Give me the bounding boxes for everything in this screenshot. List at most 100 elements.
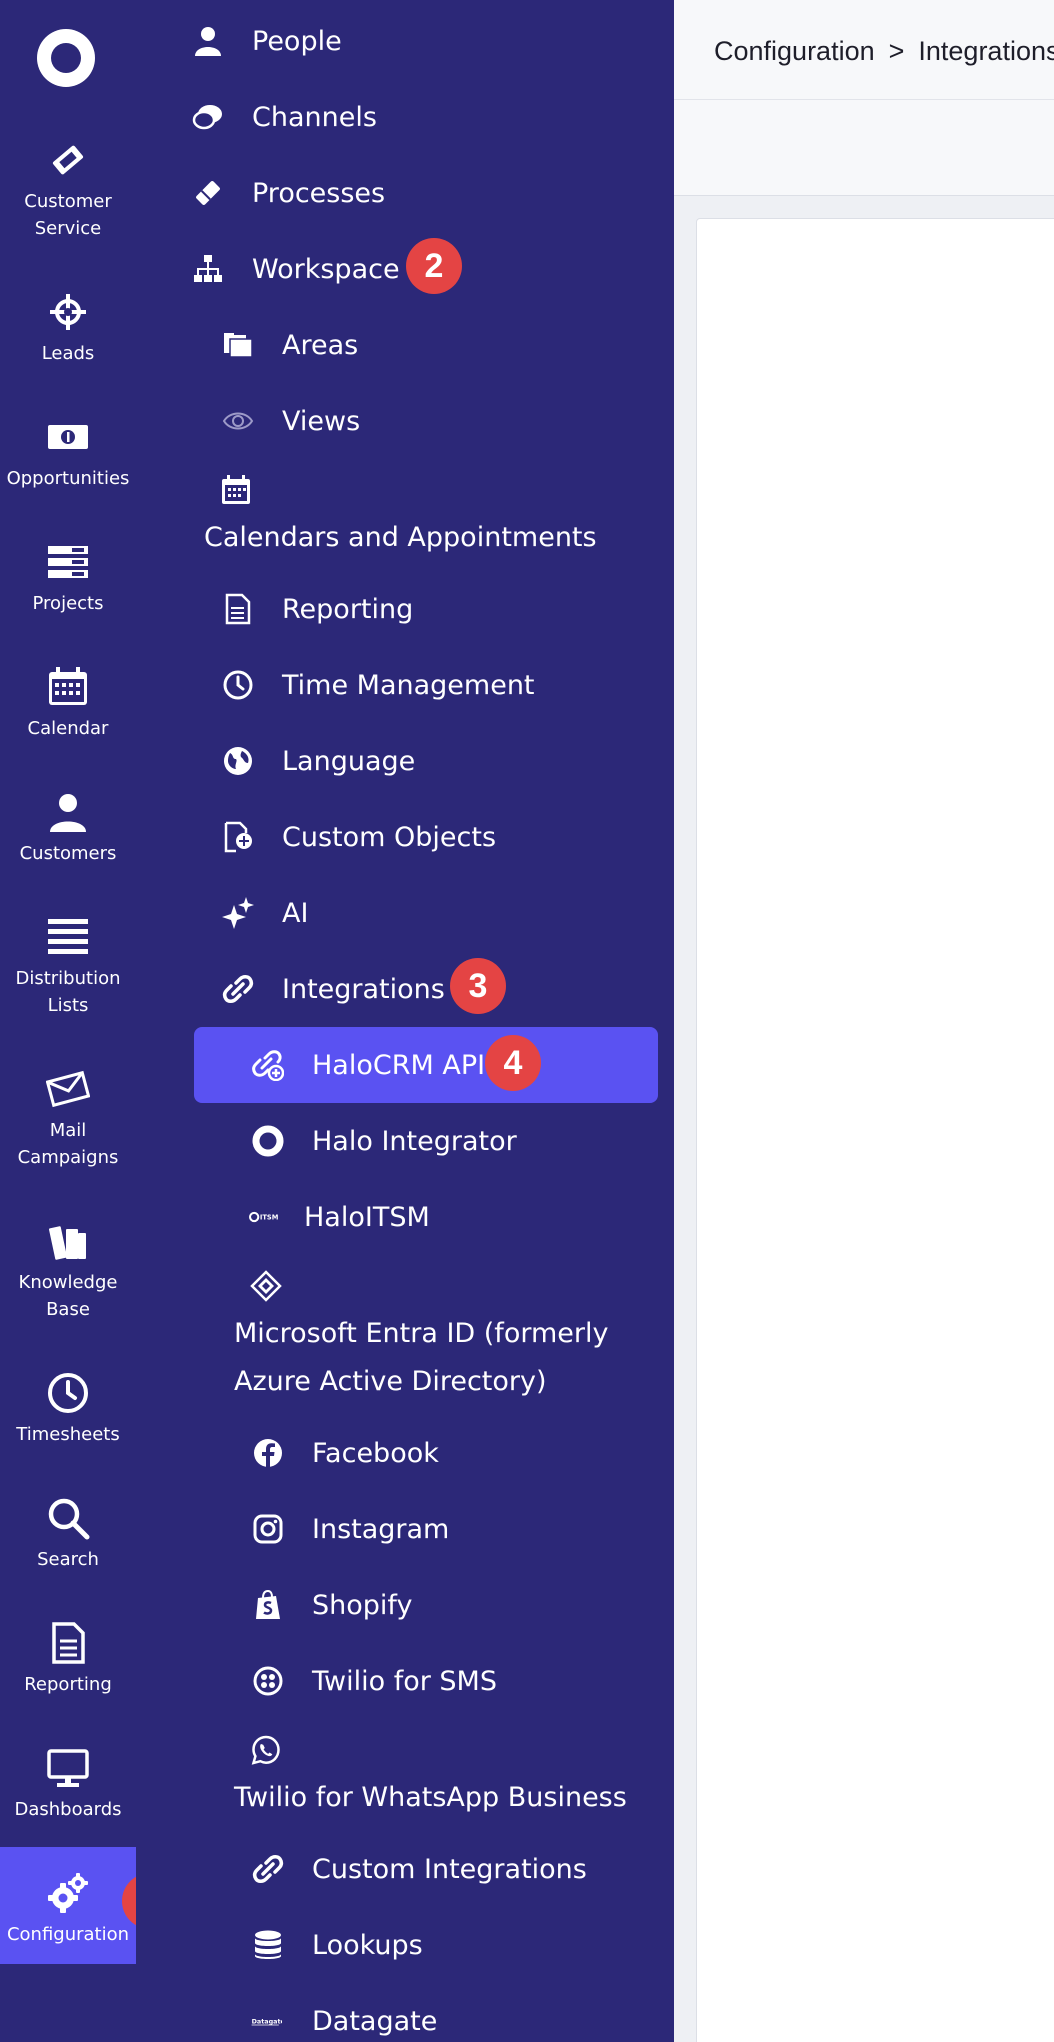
menu-item-haloitsm[interactable]: ITSM HaloITSM xyxy=(234,1185,430,1249)
rail-item-reporting[interactable]: Reporting xyxy=(0,1621,136,1698)
menu-label: Language xyxy=(282,745,416,777)
rail-item-configuration[interactable]: Configuration xyxy=(0,1847,136,1964)
rail-label: Timesheets xyxy=(16,1424,120,1445)
menu-label: Datagate xyxy=(312,2005,438,2037)
menu-item-reporting[interactable]: Reporting xyxy=(220,577,413,641)
document-icon xyxy=(46,1621,90,1665)
user-icon xyxy=(190,23,226,59)
rail-item-mail-campaigns[interactable]: Mail Campaigns xyxy=(0,1067,136,1171)
sitemap-icon xyxy=(190,251,226,287)
menu-item-halo-integrator[interactable]: Halo Integrator xyxy=(250,1109,517,1173)
menu-label: Areas xyxy=(282,329,359,361)
toolbar xyxy=(674,100,1054,196)
rail-label: Dashboards xyxy=(14,1799,122,1820)
menu-label: HaloITSM xyxy=(304,1201,430,1233)
database-icon xyxy=(250,1927,286,1963)
twilio-icon xyxy=(250,1663,286,1699)
step-badge-4: 4 xyxy=(485,1035,541,1091)
menu-label-line1: Microsoft Entra ID (formerly xyxy=(234,1318,609,1349)
menu-item-twilio-sms[interactable]: Twilio for SMS xyxy=(250,1649,497,1713)
menu-item-shopify[interactable]: Shopify xyxy=(250,1573,412,1637)
menu-label: AI xyxy=(282,897,309,929)
clock-icon xyxy=(46,1371,90,1415)
chat-bubbles-icon xyxy=(190,99,226,135)
menu-item-custom-integrations[interactable]: Custom Integrations xyxy=(250,1837,587,1901)
menu-item-lookups[interactable]: Lookups xyxy=(250,1913,423,1977)
rail-item-customer-service[interactable]: Customer Service xyxy=(0,138,136,242)
breadcrumb-root[interactable]: Configuration xyxy=(714,36,875,66)
rail-item-projects[interactable]: Projects xyxy=(0,540,136,617)
menu-item-integrations[interactable]: Integrations xyxy=(220,957,445,1021)
whatsapp-icon xyxy=(250,1734,286,1770)
menu-label: Custom Objects xyxy=(282,821,497,853)
projects-icon xyxy=(46,540,90,584)
menu-item-areas[interactable]: Areas xyxy=(220,313,358,377)
halo-logo[interactable] xyxy=(37,29,95,87)
rail-item-timesheets[interactable]: Timesheets xyxy=(0,1371,136,1448)
instagram-icon xyxy=(250,1511,286,1547)
rail-item-knowledge-base[interactable]: Knowledge Base xyxy=(0,1219,136,1323)
menu-item-halocrm-api[interactable]: HaloCRM API xyxy=(250,1033,485,1097)
monitor-icon xyxy=(46,1746,90,1790)
step-badge-2: 2 xyxy=(406,238,462,294)
clock-icon xyxy=(220,667,256,703)
eye-icon xyxy=(220,403,256,439)
menu-label: Calendars and Appointments xyxy=(204,522,597,553)
menu-item-views[interactable]: Views xyxy=(220,389,360,453)
rail-item-leads[interactable]: Leads xyxy=(0,290,136,367)
menu-item-channels[interactable]: Channels xyxy=(190,85,377,149)
rail-label: Customer xyxy=(24,191,112,212)
breadcrumb-current[interactable]: Integrations xyxy=(918,36,1054,66)
user-icon xyxy=(46,790,90,834)
mail-icon xyxy=(45,1067,91,1111)
shopify-bag-icon xyxy=(250,1587,286,1623)
folders-icon xyxy=(220,327,256,363)
ticket-icon xyxy=(46,138,90,182)
menu-label: Lookups xyxy=(312,1929,423,1961)
menu-label: Facebook xyxy=(312,1437,439,1469)
itsm-logo-text: ITSM xyxy=(260,1214,279,1222)
menu-item-datagate[interactable]: Datagate Datagate xyxy=(246,1989,437,2042)
rail-item-customers[interactable]: Customers xyxy=(0,790,136,867)
menu-item-people[interactable]: People xyxy=(190,9,342,73)
menu-label: Time Management xyxy=(282,669,535,701)
rail-item-distribution-lists[interactable]: Distribution Lists xyxy=(0,915,136,1019)
menu-item-twilio-whatsapp[interactable]: Twilio for WhatsApp Business xyxy=(234,1734,627,1822)
facebook-icon xyxy=(250,1435,286,1471)
nav-rail: Customer Service Leads Opportunities Pro… xyxy=(0,0,136,2042)
calendar-icon xyxy=(46,665,90,709)
menu-item-workspace[interactable]: Workspace xyxy=(190,237,400,301)
rail-item-dashboards[interactable]: Dashboards xyxy=(0,1746,136,1823)
rail-item-calendar[interactable]: Calendar xyxy=(0,665,136,742)
rail-label: Reporting xyxy=(24,1674,112,1695)
menu-item-custom-objects[interactable]: Custom Objects xyxy=(220,805,496,869)
rail-label-2: Base xyxy=(46,1299,90,1320)
menu-label: Channels xyxy=(252,101,377,133)
rail-label-2: Campaigns xyxy=(17,1147,119,1168)
menu-item-calendars[interactable]: Calendars and Appointments xyxy=(204,474,597,562)
config-menu: People Channels Processes Workspace 2 Ar… xyxy=(136,0,674,2042)
menu-label: People xyxy=(252,25,342,57)
menu-item-instagram[interactable]: Instagram xyxy=(250,1497,449,1561)
rail-label: Calendar xyxy=(27,718,109,739)
rail-label: Configuration xyxy=(6,1924,130,1945)
ticket-icon xyxy=(190,175,226,211)
menu-label: Reporting xyxy=(282,593,414,625)
content-card xyxy=(696,218,1054,2042)
datagate-logo-text: Datagate xyxy=(252,2017,282,2025)
rail-item-search[interactable]: Search xyxy=(0,1496,136,1573)
menu-item-facebook[interactable]: Facebook xyxy=(250,1421,439,1485)
menu-item-microsoft-entra[interactable]: Microsoft Entra ID (formerly Azure Activ… xyxy=(234,1270,608,1406)
menu-item-processes[interactable]: Processes xyxy=(190,161,385,225)
menu-label: Integrations xyxy=(282,973,445,1005)
rail-item-opportunities[interactable]: Opportunities xyxy=(0,415,136,492)
menu-item-time-management[interactable]: Time Management xyxy=(220,653,535,717)
menu-label: HaloCRM API xyxy=(312,1049,486,1081)
menu-label: Views xyxy=(282,405,361,437)
menu-label: Shopify xyxy=(312,1589,413,1621)
rail-label: Knowledge xyxy=(18,1272,118,1293)
menu-label: Processes xyxy=(252,177,386,209)
menu-item-language[interactable]: Language xyxy=(220,729,415,793)
breadcrumb-bar: Configuration > Integrations xyxy=(674,0,1054,100)
menu-item-ai[interactable]: AI xyxy=(220,881,308,945)
